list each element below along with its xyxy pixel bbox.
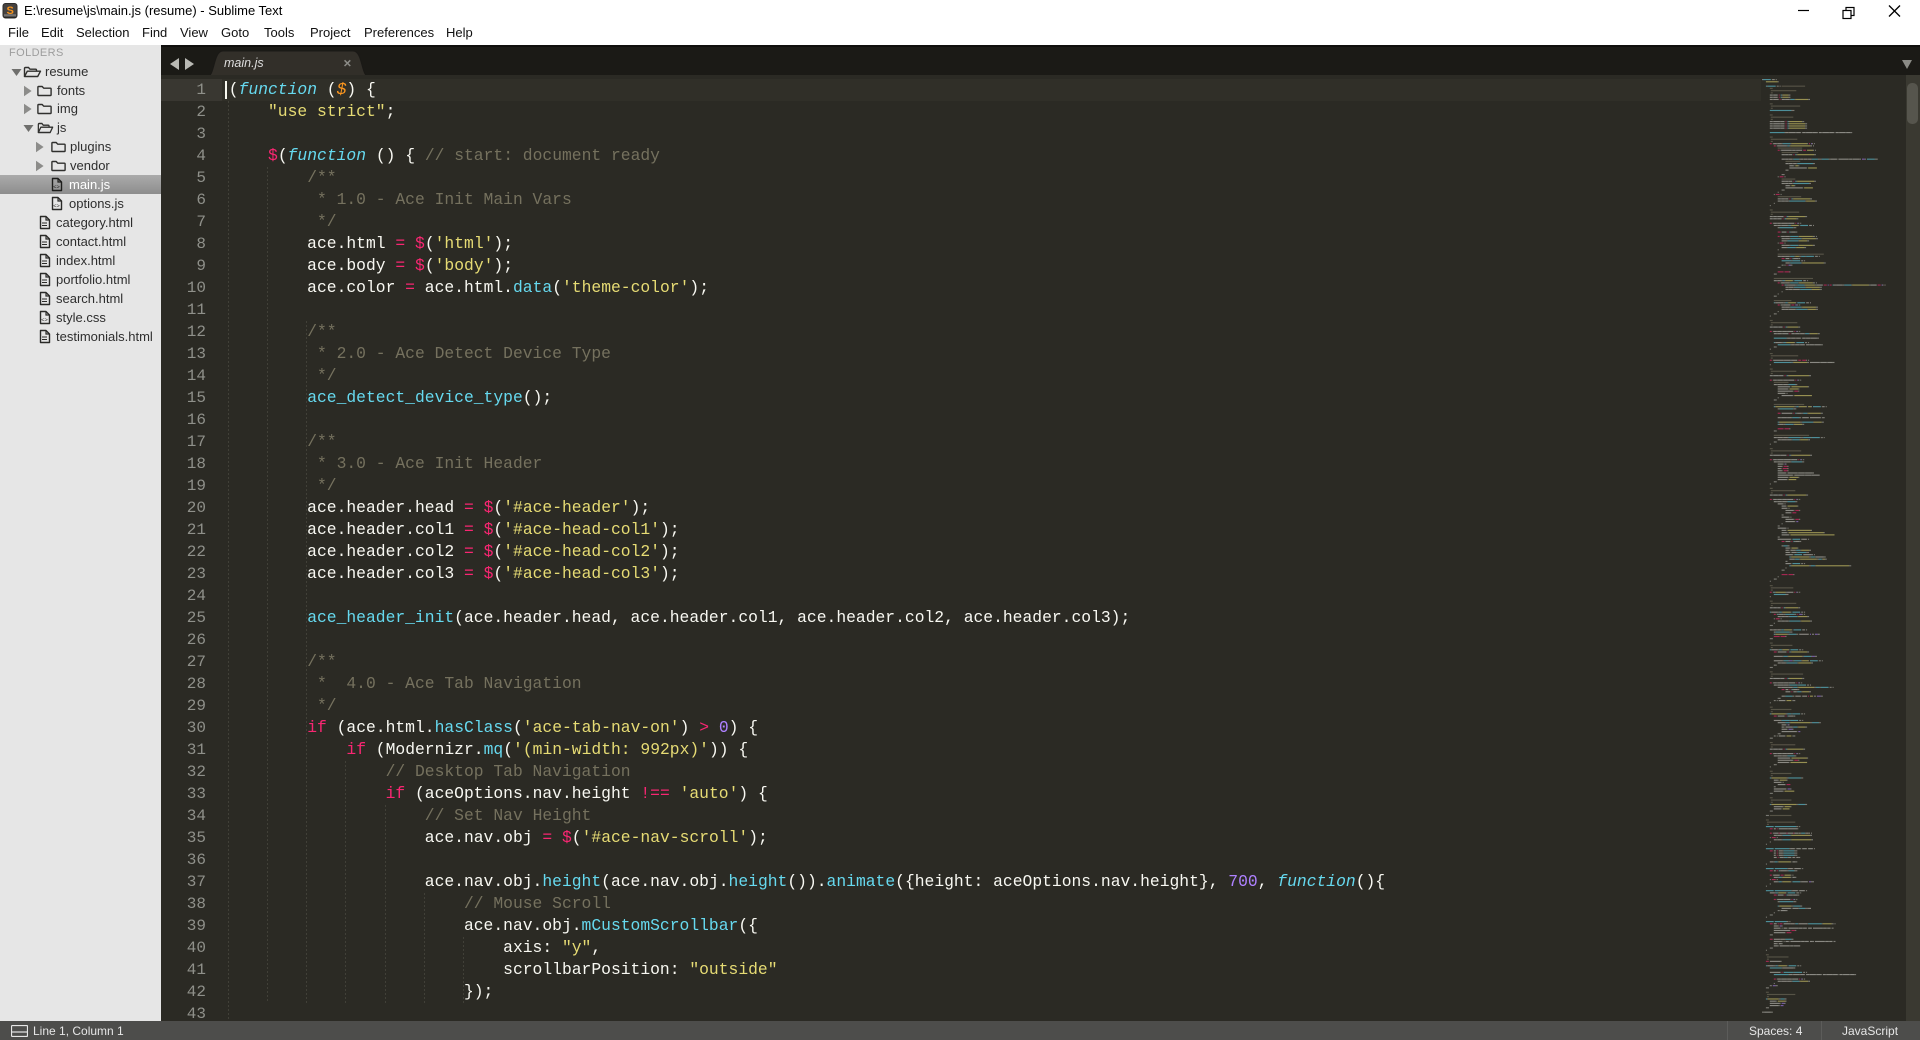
svg-text:S: S: [7, 5, 14, 17]
svg-text:<>: <>: [53, 185, 59, 191]
svg-text:<>: <>: [53, 204, 59, 210]
svg-text:<>: <>: [41, 317, 47, 323]
